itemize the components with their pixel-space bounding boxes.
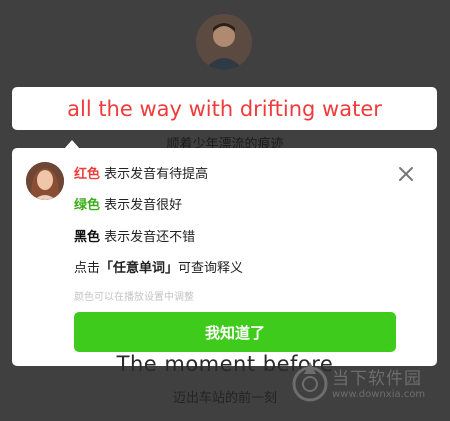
tip-black-text: 表示发音还不错 — [100, 230, 196, 245]
close-button[interactable] — [396, 164, 416, 184]
sentence-text[interactable]: all the way with drifting water — [67, 97, 382, 121]
got-it-button[interactable]: 我知道了 — [74, 312, 396, 352]
tip-red-line: 红色 表示发音有待提高 — [74, 163, 208, 182]
tip-tap-line: 点击「任意单词」可查询释义 — [74, 257, 243, 276]
tip-red-text: 表示发音有待提高 — [100, 167, 209, 182]
tip-green-line: 绿色 表示发音很好 — [74, 194, 182, 213]
tip-tap-keyword: 「任意单词」 — [100, 261, 179, 276]
tutor-avatar — [26, 162, 64, 200]
tip-tap-prefix: 点击 — [74, 261, 101, 276]
tip-dialog: 红色 表示发音有待提高 绿色 表示发音很好 黑色 表示发音还不错 点击「任意单词… — [12, 148, 437, 366]
tip-tap-suffix: 可查询释义 — [178, 261, 244, 276]
watermark-url: www.downxia.com — [332, 389, 426, 400]
tip-black-keyword: 黑色 — [74, 230, 101, 245]
tip-green-text: 表示发音很好 — [100, 198, 183, 213]
tip-black-line: 黑色 表示发音还不错 — [74, 226, 195, 245]
settings-hint: 颜色可以在播放设置中调整 — [74, 292, 194, 303]
sentence-card[interactable]: all the way with drifting water — [12, 87, 437, 130]
watermark-logo-icon — [292, 362, 328, 402]
tip-green-keyword: 绿色 — [74, 198, 101, 213]
tip-red-keyword: 红色 — [74, 167, 101, 182]
close-icon[interactable] — [396, 164, 416, 184]
user-avatar — [196, 14, 252, 70]
watermark-name: 当下软件园 — [332, 369, 422, 389]
